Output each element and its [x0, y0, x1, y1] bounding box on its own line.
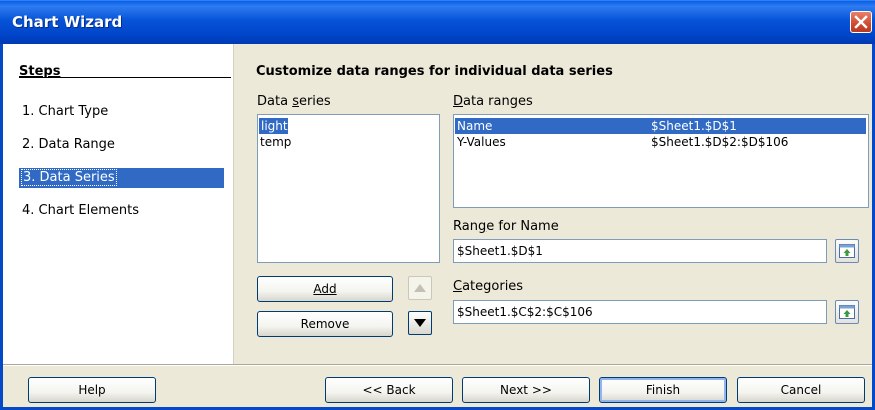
add-button[interactable]: Add — [257, 276, 393, 302]
data-series-label: Data series — [257, 94, 331, 109]
categories-label: Categories — [453, 279, 524, 294]
categories-input[interactable]: $Sheet1.$C$2:$C$106 — [453, 300, 827, 324]
select-range-icon — [839, 244, 855, 258]
list-item[interactable]: light — [259, 118, 288, 134]
help-button[interactable]: Help — [28, 377, 156, 403]
range-value: $Sheet1.$D$2:$D$106 — [651, 135, 789, 149]
select-range-icon — [839, 305, 855, 319]
select-range-categories-button[interactable] — [835, 300, 859, 324]
remove-button[interactable]: Remove — [257, 311, 393, 337]
move-down-button[interactable] — [408, 311, 432, 335]
arrow-down-icon — [414, 319, 426, 327]
table-row[interactable]: Name $Sheet1.$D$1 — [455, 118, 866, 134]
list-item[interactable]: temp — [258, 134, 439, 150]
range-for-name-label: Range for Name — [453, 219, 559, 234]
arrow-up-icon — [414, 284, 426, 292]
next-button[interactable]: Next >> — [462, 377, 590, 403]
cancel-button[interactable]: Cancel — [737, 377, 865, 403]
range-name: Y-Values — [457, 135, 506, 149]
range-for-name-input[interactable]: $Sheet1.$D$1 — [453, 239, 827, 263]
step-data-series[interactable]: 3. Data Series — [19, 168, 224, 188]
close-icon — [854, 15, 868, 29]
page-heading: Customize data ranges for individual dat… — [256, 64, 613, 79]
data-ranges-list[interactable]: Name $Sheet1.$D$1 Y-Values $Sheet1.$D$2:… — [453, 114, 869, 208]
move-up-button[interactable] — [408, 276, 432, 300]
close-button[interactable] — [850, 11, 872, 33]
title-bar: Chart Wizard — [0, 0, 875, 44]
data-series-list[interactable]: light temp — [257, 114, 440, 263]
range-value: $Sheet1.$D$1 — [651, 119, 737, 133]
data-ranges-label: Data ranges — [453, 94, 533, 109]
step-chart-type[interactable]: 1. Chart Type — [19, 102, 224, 122]
steps-divider — [19, 77, 231, 78]
table-row[interactable]: Y-Values $Sheet1.$D$2:$D$106 — [455, 134, 866, 150]
window-title: Chart Wizard — [12, 13, 123, 31]
select-range-name-button[interactable] — [835, 239, 859, 263]
steps-panel: Steps 1. Chart Type 2. Data Range 3. Dat… — [3, 44, 234, 364]
finish-button[interactable]: Finish — [599, 377, 727, 403]
range-name: Name — [457, 119, 493, 133]
step-data-range[interactable]: 2. Data Range — [19, 135, 224, 155]
back-button[interactable]: << Back — [325, 377, 453, 403]
step-chart-elements[interactable]: 4. Chart Elements — [19, 201, 224, 221]
